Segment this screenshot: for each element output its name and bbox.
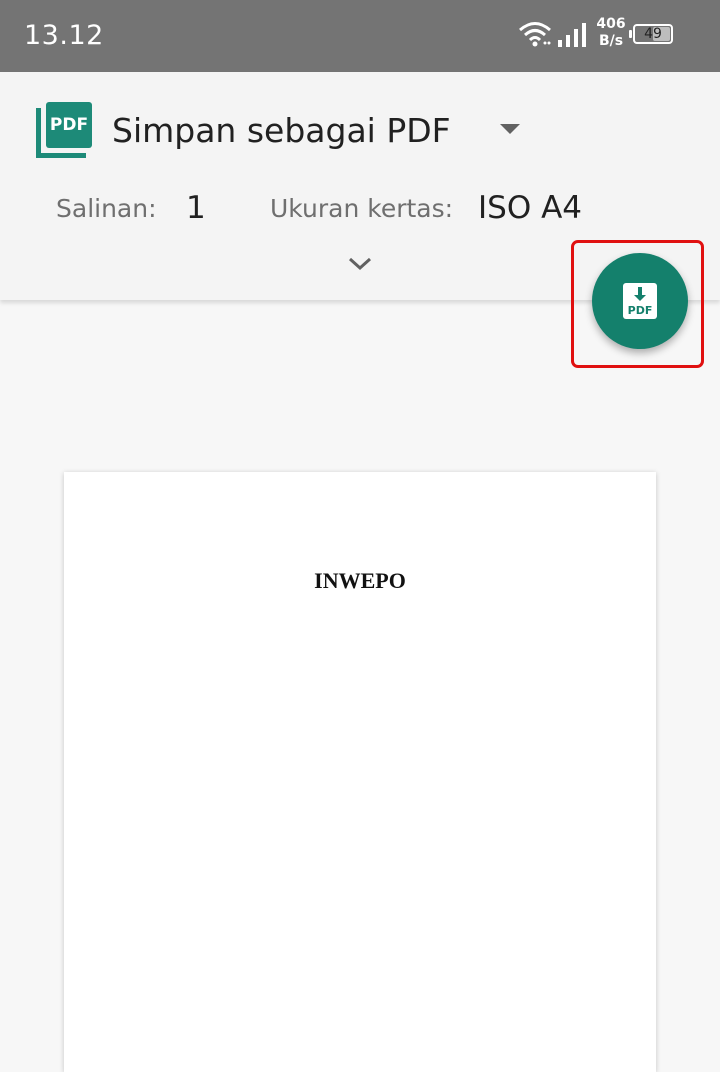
battery-icon: 49: [629, 24, 673, 44]
status-bar: 13.12 406 B/s 49: [0, 0, 720, 72]
download-pdf-icon-text: PDF: [628, 304, 653, 317]
expand-chevron-icon[interactable]: [348, 256, 372, 272]
copies-label: Salinan:: [56, 194, 157, 223]
document-title: INWEPO: [314, 568, 406, 593]
wifi-icon: [519, 22, 551, 47]
page-preview[interactable]: INWEPO: [64, 472, 656, 1072]
network-speed-value: 406: [596, 16, 626, 32]
pdf-printer-icon: PDF: [36, 102, 92, 158]
download-pdf-icon: PDF: [623, 283, 657, 319]
printer-selector[interactable]: PDF Simpan sebagai PDF: [36, 100, 451, 160]
pdf-printer-icon-text: PDF: [46, 102, 92, 148]
settings-summary: Salinan: 1 Ukuran kertas: ISO A4: [56, 190, 656, 226]
network-speed: 406 B/s: [593, 16, 629, 50]
signal-icon: [558, 23, 586, 47]
printer-name: Simpan sebagai PDF: [112, 110, 451, 150]
download-pdf-button[interactable]: PDF: [592, 253, 688, 349]
paper-size-value: ISO A4: [478, 190, 583, 226]
status-time: 13.12: [24, 20, 104, 51]
network-speed-unit: B/s: [598, 33, 624, 49]
battery-level: 49: [644, 26, 662, 42]
copies-value: 1: [186, 190, 206, 226]
dropdown-arrow-icon[interactable]: [500, 124, 520, 134]
paper-size-label: Ukuran kertas:: [270, 194, 454, 223]
